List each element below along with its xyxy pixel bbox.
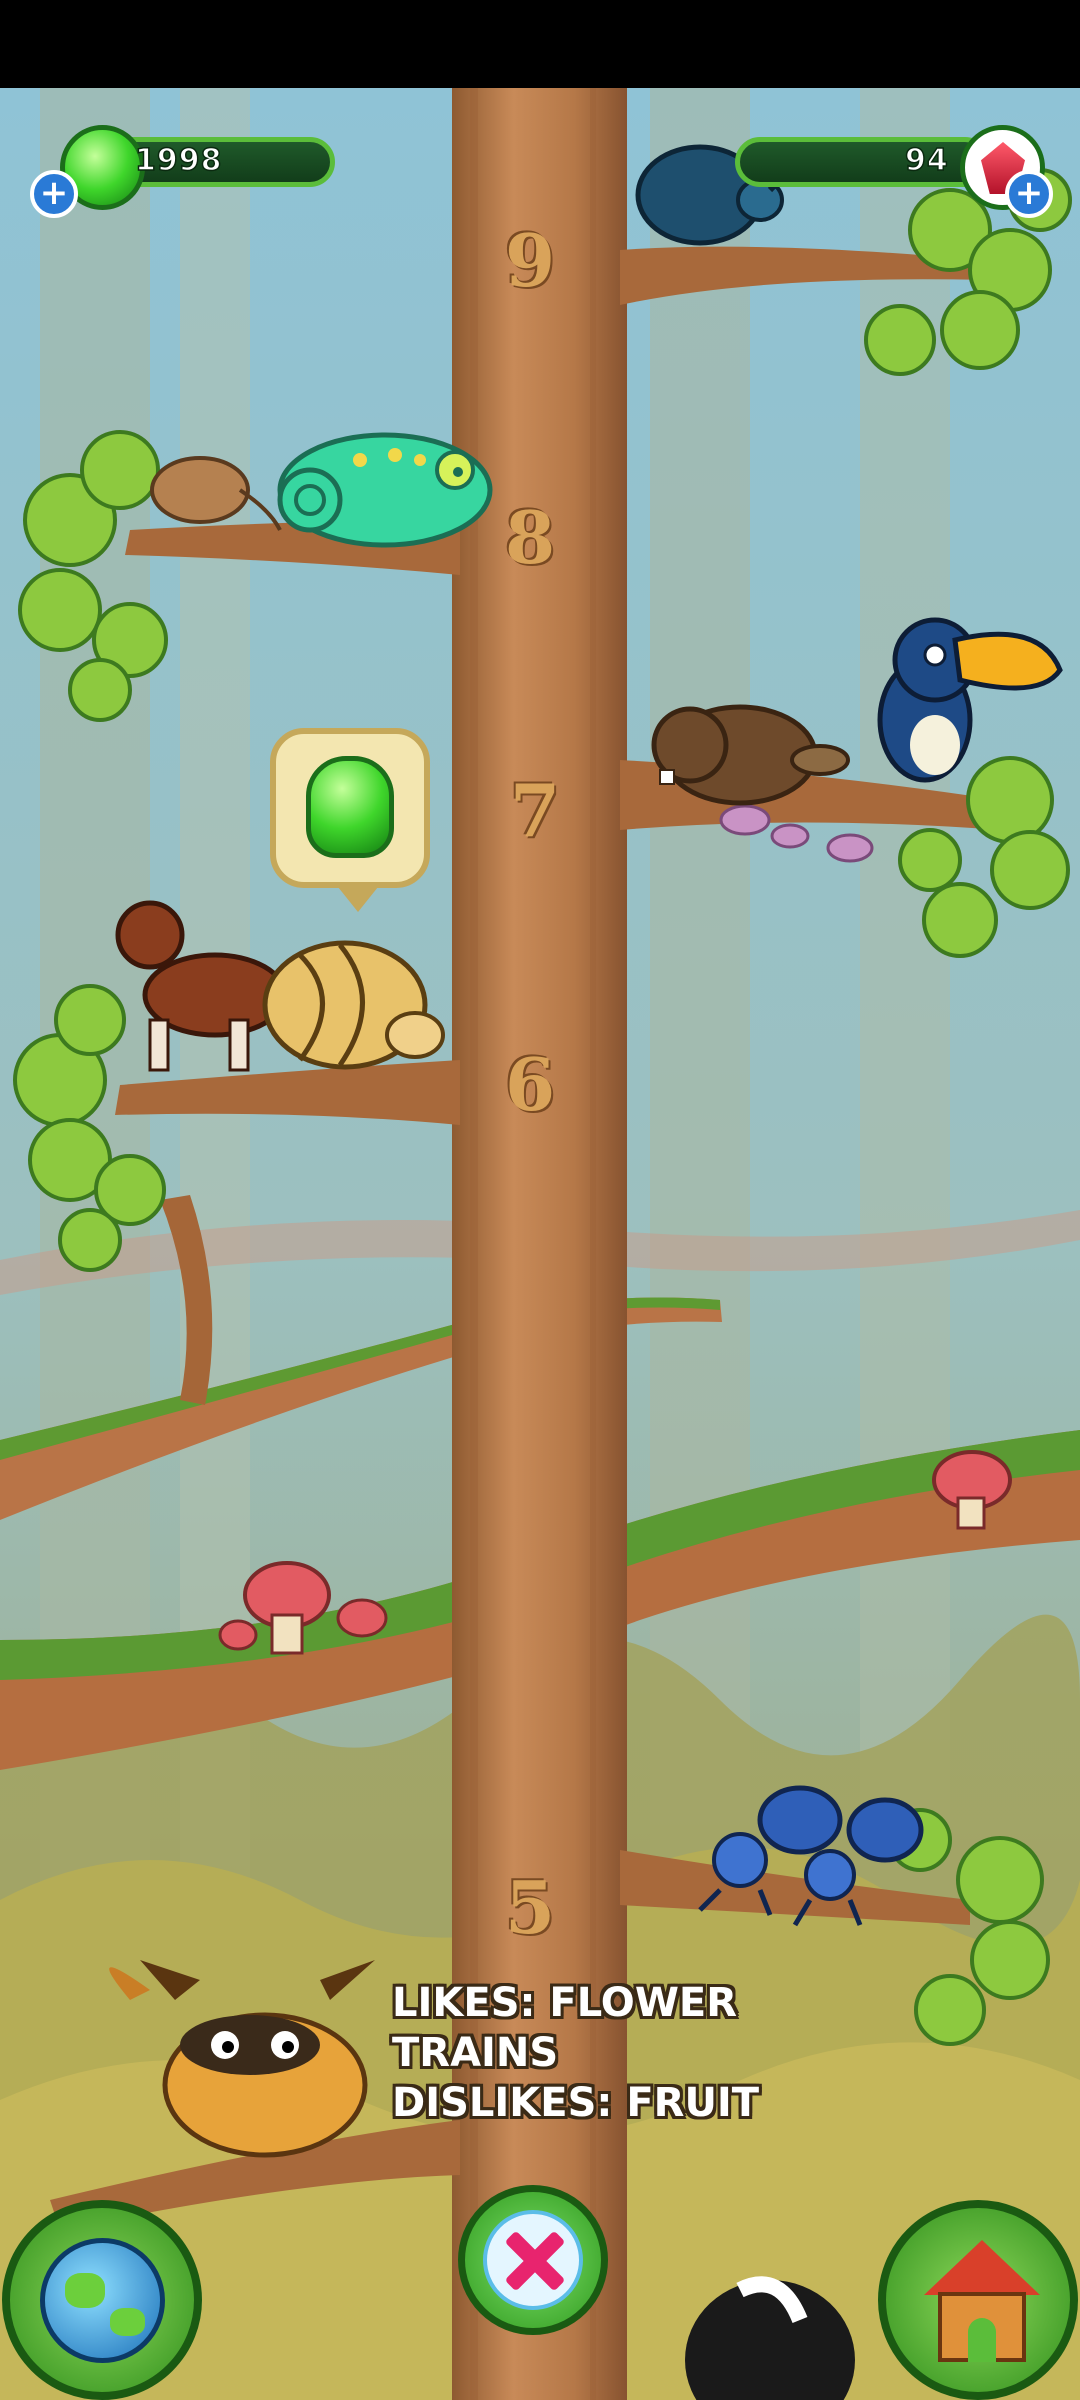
world-map-button[interactable] [2, 2200, 202, 2400]
gem-plus-icon[interactable]: + [1005, 170, 1053, 218]
floor-number-9: 9 [505, 218, 556, 303]
gem-count: 94 [904, 142, 949, 179]
close-x-icon [483, 2210, 583, 2310]
jelly-count: 1998 [134, 142, 223, 179]
home-button[interactable] [878, 2200, 1078, 2400]
chameleon-pet[interactable] [277, 432, 493, 548]
jelly-plus-icon[interactable]: + [30, 170, 78, 218]
floor-number-5: 5 [505, 1865, 556, 1950]
cancel-button[interactable] [458, 2185, 608, 2335]
green-jelly-icon [306, 756, 394, 858]
pet-dislikes-text: DISLIKES: FRUIT [392, 2080, 760, 2126]
gem-counter[interactable]: 94 + [735, 125, 1065, 218]
status-bar [0, 0, 1080, 88]
house-icon [924, 2240, 1040, 2365]
floor-number-8: 8 [505, 495, 556, 580]
jelly-request-bubble[interactable] [270, 728, 430, 912]
pet-likes-text-2: TRAINS [392, 2030, 559, 2076]
globe-icon [40, 2238, 165, 2363]
game-scene: 9 8 7 6 5 + 1998 94 + LIKES: FLOWER TRAI… [0, 0, 1080, 2400]
floor-number-7: 7 [510, 768, 561, 853]
jelly-counter[interactable]: + 1998 [30, 125, 350, 218]
pet-likes-text: LIKES: FLOWER [392, 1980, 738, 2026]
floor-number-6: 6 [505, 1042, 556, 1127]
